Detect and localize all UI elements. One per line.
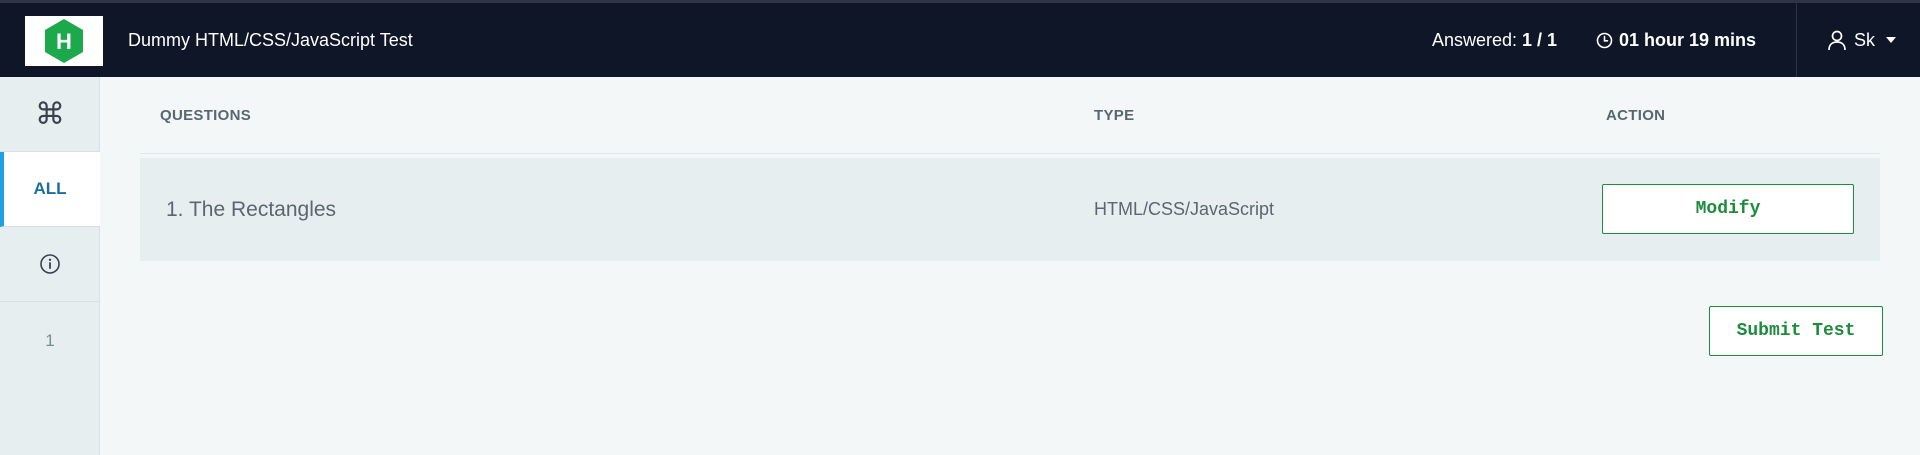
time-remaining: 01 hour 19 mins [1596,3,1756,77]
tab-all-label: ALL [33,179,67,198]
column-header-questions: QUESTIONS [160,107,252,124]
question-nav-rail: ⌘ ALL 1 [0,77,100,455]
column-header-action: ACTION [1606,107,1666,124]
answered-label: Answered: [1432,29,1518,50]
user-menu[interactable]: Sk [1826,3,1897,77]
logo[interactable]: H [25,16,103,66]
question-type: HTML/CSS/JavaScript [1094,199,1275,219]
time-remaining-value: 01 hour 19 mins [1619,29,1757,50]
question-nav-item-1[interactable]: 1 [0,303,100,378]
command-shortcuts-button[interactable]: ⌘ [0,77,100,152]
test-title: Dummy HTML/CSS/JavaScript Test [128,29,413,50]
column-header-type: TYPE [1094,107,1135,124]
test-info-button[interactable] [0,227,100,302]
info-icon [40,254,60,274]
tab-all-questions[interactable]: ALL [0,152,100,227]
user-name: Sk [1854,29,1876,50]
user-icon [1828,30,1846,51]
answered-value: 1 / 1 [1522,29,1558,50]
question-title[interactable]: 1. The Rectangles [166,158,336,261]
answered-status: Answered: 1 / 1 [1432,3,1557,77]
top-bar: H Dummy HTML/CSS/JavaScript Test Answere… [0,0,1920,77]
question-number: 1 [45,330,55,350]
logo-letter: H [56,29,72,54]
hackerrank-logo-icon: H [45,19,83,63]
header-divider-line [140,153,1880,154]
command-icon: ⌘ [35,97,65,131]
header-divider [1796,3,1797,77]
modify-button[interactable]: Modify [1602,184,1854,234]
submit-test-button[interactable]: Submit Test [1709,306,1883,356]
caret-down-icon [1886,37,1897,43]
clock-icon [1596,32,1613,48]
